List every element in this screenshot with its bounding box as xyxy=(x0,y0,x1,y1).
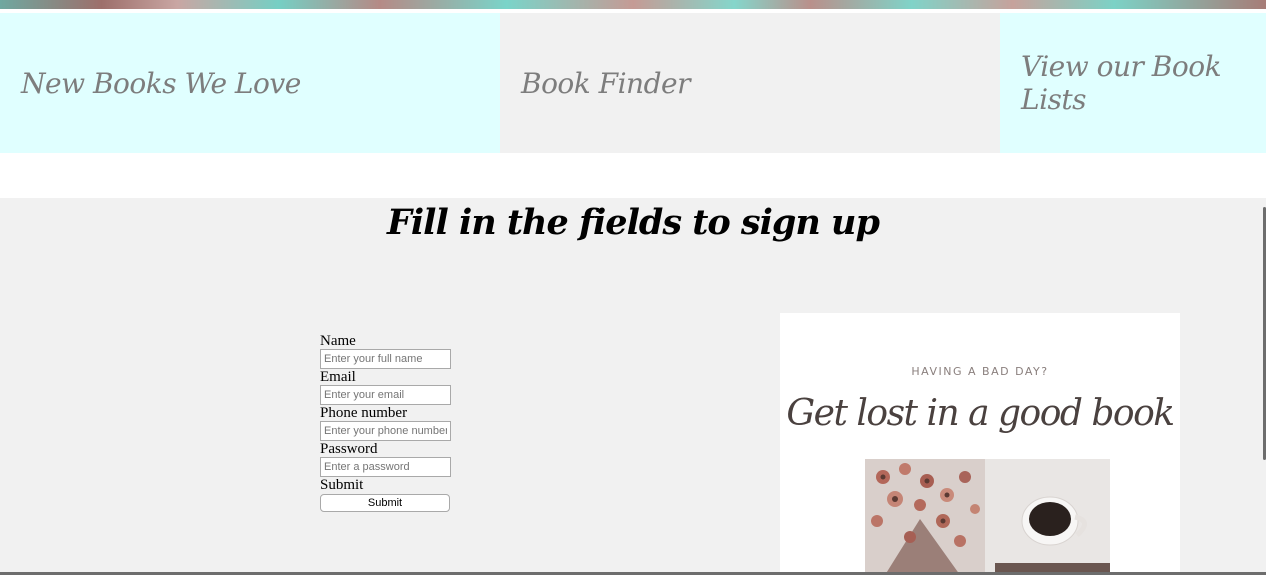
password-label: Password xyxy=(320,441,378,457)
password-input[interactable] xyxy=(320,457,451,477)
nav-tile-new-books[interactable]: New Books We Love xyxy=(0,13,500,153)
nav-tile-label: Book Finder xyxy=(521,66,690,100)
name-label: Name xyxy=(320,333,356,349)
name-input[interactable] xyxy=(320,349,451,369)
nav-tiles: New Books We Love Book Finder View our B… xyxy=(0,13,1266,153)
header-banner-image xyxy=(0,0,1266,9)
promo-photo-flowers-coffee xyxy=(865,459,1110,575)
nav-tile-label: New Books We Love xyxy=(21,66,301,100)
flowers-coffee-illustration xyxy=(865,459,1110,575)
email-input[interactable] xyxy=(320,385,451,405)
submit-label: Submit xyxy=(320,477,364,493)
promo-kicker: HAVING A BAD DAY? xyxy=(911,365,1049,378)
phone-input[interactable] xyxy=(320,421,451,441)
promo-headline: Get lost in a good book xyxy=(786,393,1175,434)
signup-form: Name Email Phone number Password Submit … xyxy=(320,333,460,512)
nav-tile-book-lists[interactable]: View our Book Lists xyxy=(1000,13,1266,153)
submit-button[interactable]: Submit xyxy=(320,494,450,512)
email-label: Email xyxy=(320,369,356,385)
signup-section: Fill in the fields to sign up Name Email… xyxy=(0,198,1266,575)
phone-label: Phone number xyxy=(320,405,408,421)
nav-tile-label: View our Book Lists xyxy=(1021,50,1222,116)
nav-tile-book-finder[interactable]: Book Finder xyxy=(500,13,1000,153)
promo-card: HAVING A BAD DAY? Get lost in a good boo… xyxy=(780,313,1180,575)
signup-title: Fill in the fields to sign up xyxy=(387,202,880,243)
